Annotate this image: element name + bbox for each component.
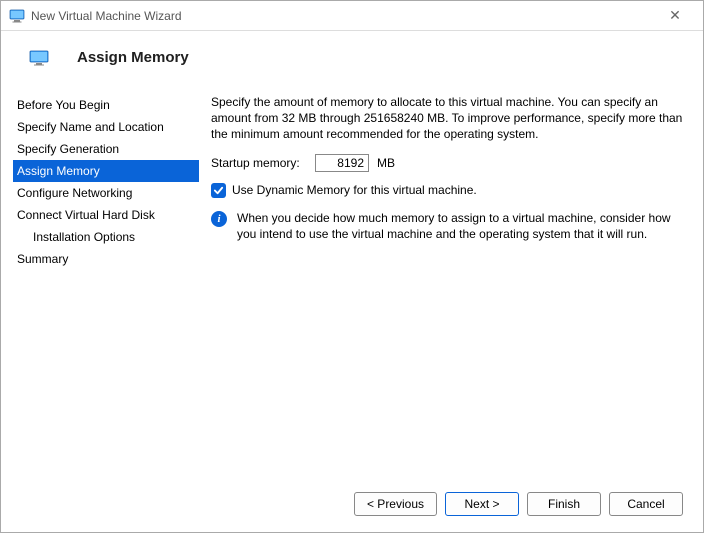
startup-memory-row: Startup memory: MB xyxy=(211,154,683,172)
titlebar: New Virtual Machine Wizard ✕ xyxy=(1,1,703,31)
app-icon xyxy=(9,8,25,24)
step-before-you-begin[interactable]: Before You Begin xyxy=(13,94,199,116)
step-summary[interactable]: Summary xyxy=(13,248,199,270)
startup-memory-unit: MB xyxy=(377,155,395,171)
dynamic-memory-row[interactable]: Use Dynamic Memory for this virtual mach… xyxy=(211,182,683,198)
cancel-button[interactable]: Cancel xyxy=(609,492,683,516)
step-configure-networking[interactable]: Configure Networking xyxy=(13,182,199,204)
finish-button[interactable]: Finish xyxy=(527,492,601,516)
info-icon: i xyxy=(211,211,227,227)
next-button[interactable]: Next > xyxy=(445,492,519,516)
close-button[interactable]: ✕ xyxy=(655,7,695,24)
dynamic-memory-checkbox[interactable] xyxy=(211,183,226,198)
wizard-window: New Virtual Machine Wizard ✕ Assign Memo… xyxy=(0,0,704,533)
step-specify-name[interactable]: Specify Name and Location xyxy=(13,116,199,138)
dynamic-memory-label: Use Dynamic Memory for this virtual mach… xyxy=(232,182,477,198)
wizard-steps: Before You Begin Specify Name and Locati… xyxy=(1,94,199,482)
page-header: Assign Memory xyxy=(1,31,703,80)
step-specify-generation[interactable]: Specify Generation xyxy=(13,138,199,160)
info-row: i When you decide how much memory to ass… xyxy=(211,210,683,242)
startup-memory-label: Startup memory: xyxy=(211,155,307,171)
step-installation-options[interactable]: Installation Options xyxy=(13,226,199,248)
description-text: Specify the amount of memory to allocate… xyxy=(211,94,683,142)
wizard-footer: < Previous Next > Finish Cancel xyxy=(1,482,703,532)
previous-button[interactable]: < Previous xyxy=(354,492,437,516)
content-pane: Specify the amount of memory to allocate… xyxy=(199,94,683,482)
vm-icon xyxy=(29,50,49,66)
startup-memory-input[interactable] xyxy=(315,154,369,172)
window-title: New Virtual Machine Wizard xyxy=(31,9,655,23)
step-assign-memory[interactable]: Assign Memory xyxy=(13,160,199,182)
step-connect-vhd[interactable]: Connect Virtual Hard Disk xyxy=(13,204,199,226)
page-title: Assign Memory xyxy=(77,49,189,66)
info-text: When you decide how much memory to assig… xyxy=(237,210,683,242)
